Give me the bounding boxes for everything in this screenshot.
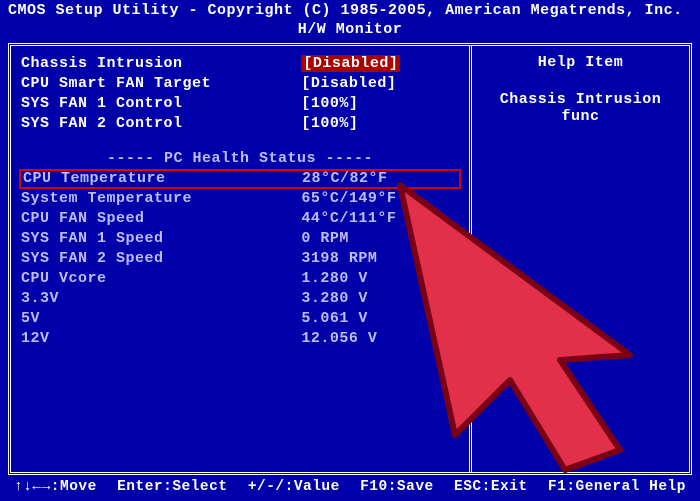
help-pane: Help Item Chassis Intrusion func (472, 46, 689, 472)
setting-sys-fan-1[interactable]: SYS FAN 1 Control [100%] (21, 94, 459, 114)
health-3v3: 3.3V 3.280 V (21, 289, 459, 309)
hint-enter: Enter:Select (117, 479, 227, 496)
setting-label: Chassis Intrusion (21, 55, 301, 72)
health-value: 44°C/111°F (301, 210, 459, 227)
setting-label: SYS FAN 1 Control (21, 95, 301, 112)
setting-label: SYS FAN 2 Control (21, 115, 301, 132)
health-label: CPU Vcore (21, 270, 301, 287)
health-label: SYS FAN 2 Speed (21, 250, 301, 267)
health-label: 12V (21, 330, 301, 347)
page-subtitle: H/W Monitor (0, 21, 700, 38)
health-value: 3198 RPM (301, 250, 459, 267)
health-value: 65°C/149°F (301, 190, 459, 207)
health-value: 28°C/82°F (302, 170, 459, 187)
health-sys-fan-1-speed: SYS FAN 1 Speed 0 RPM (21, 229, 459, 249)
footer-bar: ↑↓←→:Move Enter:Select +/-/:Value F10:Sa… (0, 479, 700, 501)
health-label: CPU Temperature (23, 170, 302, 187)
hint-change: +/-/:Value (248, 479, 340, 496)
hint-move: ↑↓←→:Move (14, 479, 97, 496)
hint-save: F10:Save (360, 479, 434, 496)
health-sys-fan-2-speed: SYS FAN 2 Speed 3198 RPM (21, 249, 459, 269)
setting-chassis-intrusion[interactable]: Chassis Intrusion [Disabled] (21, 54, 459, 74)
hint-general-help: F1:General Help (548, 479, 686, 496)
health-cpu-fan-speed: CPU FAN Speed 44°C/111°F (21, 209, 459, 229)
main-frame: Chassis Intrusion [Disabled] CPU Smart F… (8, 43, 692, 475)
health-value: 3.280 V (301, 290, 459, 307)
health-cpu-vcore: CPU Vcore 1.280 V (21, 269, 459, 289)
section-title: ----- PC Health Status ----- (21, 150, 459, 167)
setting-value: [100%] (301, 115, 459, 132)
help-title: Help Item (482, 54, 679, 71)
health-value: 0 RPM (301, 230, 459, 247)
help-text: Chassis Intrusion func (482, 91, 679, 126)
health-label: CPU FAN Speed (21, 210, 301, 227)
setting-sys-fan-2[interactable]: SYS FAN 2 Control [100%] (21, 114, 459, 134)
health-label: SYS FAN 1 Speed (21, 230, 301, 247)
health-value: 1.280 V (301, 270, 459, 287)
setting-value: [Disabled] (301, 75, 459, 92)
setting-cpu-smart-fan[interactable]: CPU Smart FAN Target [Disabled] (21, 74, 459, 94)
left-pane: Chassis Intrusion [Disabled] CPU Smart F… (11, 46, 472, 472)
health-system-temperature: System Temperature 65°C/149°F (21, 189, 459, 209)
health-label: 3.3V (21, 290, 301, 307)
health-value: 12.056 V (301, 330, 459, 347)
setting-value: [100%] (301, 95, 459, 112)
health-label: System Temperature (21, 190, 301, 207)
health-cpu-temperature: CPU Temperature 28°C/82°F (19, 169, 461, 189)
health-12v: 12V 12.056 V (21, 329, 459, 349)
health-label: 5V (21, 310, 301, 327)
page-title: CMOS Setup Utility - Copyright (C) 1985-… (0, 0, 700, 21)
setting-label: CPU Smart FAN Target (21, 75, 301, 92)
health-value: 5.061 V (301, 310, 459, 327)
hint-exit: ESC:Exit (454, 479, 528, 496)
health-5v: 5V 5.061 V (21, 309, 459, 329)
setting-value: [Disabled] (301, 55, 459, 72)
